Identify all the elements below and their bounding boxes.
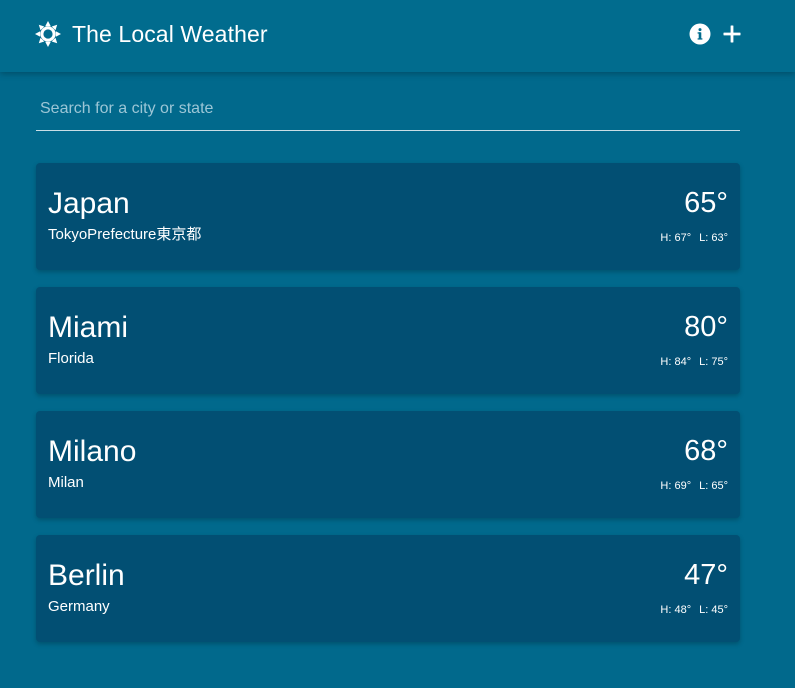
current-temperature: 68°: [684, 435, 728, 467]
city-card-milano[interactable]: Milano Milan 68° H: 69° L: 65°: [36, 411, 740, 518]
city-card-miami[interactable]: Miami Florida 80° H: 84° L: 75°: [36, 287, 740, 394]
city-name: Japan: [48, 187, 130, 220]
current-temperature: 47°: [684, 559, 728, 591]
app-bar: The Local Weather: [0, 0, 795, 72]
current-temperature: 80°: [684, 311, 728, 343]
low-temperature: L: 75°: [699, 356, 728, 368]
high-temperature: H: 67°: [660, 232, 692, 244]
low-temperature: L: 45°: [699, 604, 728, 616]
search-input[interactable]: [36, 92, 740, 126]
high-low-temperature: H: 84° L: 75°: [660, 354, 728, 370]
high-temperature: H: 48°: [660, 604, 692, 616]
high-temperature: H: 84°: [660, 356, 692, 368]
city-card-berlin[interactable]: Berlin Germany 47° H: 48° L: 45°: [36, 535, 740, 642]
search-bar: [36, 92, 740, 131]
current-temperature: 65°: [684, 187, 728, 219]
low-temperature: L: 65°: [699, 480, 728, 492]
sun-icon: [35, 21, 61, 47]
city-name: Milano: [48, 435, 137, 468]
city-region: Florida: [48, 350, 94, 367]
high-low-temperature: H: 67° L: 63°: [660, 230, 728, 246]
high-low-temperature: H: 69° L: 65°: [660, 478, 728, 494]
city-name: Berlin: [48, 559, 125, 592]
app-title: The Local Weather: [72, 21, 268, 47]
low-temperature: L: 63°: [699, 232, 728, 244]
city-name: Miami: [48, 311, 128, 344]
info-icon[interactable]: [689, 23, 711, 45]
plus-icon[interactable]: [721, 23, 743, 45]
city-region: Milan: [48, 474, 84, 491]
city-card-japan[interactable]: Japan TokyoPrefecture東京都 65° H: 67° L: 63…: [36, 163, 740, 270]
city-region: Germany: [48, 598, 110, 615]
high-low-temperature: H: 48° L: 45°: [660, 602, 728, 618]
high-temperature: H: 69°: [660, 480, 692, 492]
city-region: TokyoPrefecture東京都: [48, 226, 202, 243]
